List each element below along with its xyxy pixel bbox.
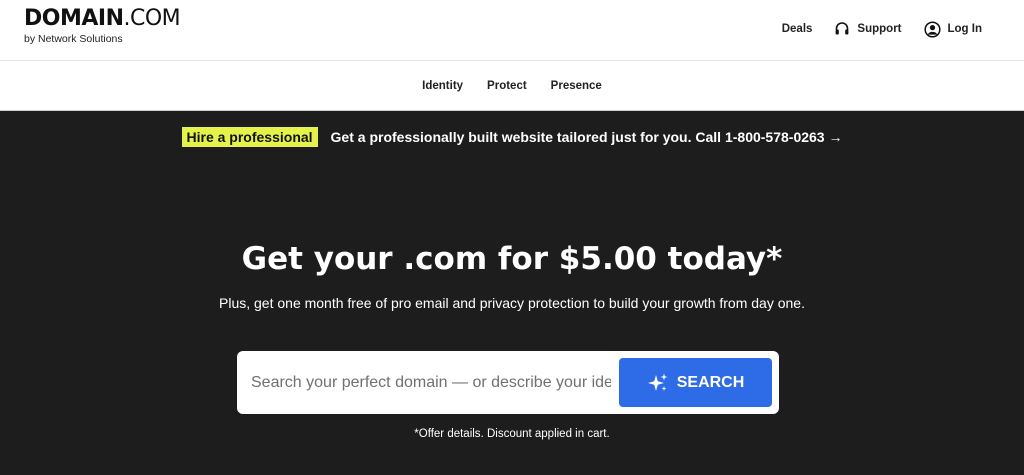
sparkle-icon [647,372,669,394]
nav-item-identity[interactable]: Identity [422,80,463,92]
logo-dotcom-text: .COM [123,6,181,31]
login-link[interactable]: Log In [923,20,983,38]
support-label: Support [857,23,902,35]
offer-details-link[interactable]: *Offer details [414,428,480,440]
search-button[interactable]: SEARCH [619,358,772,407]
nav-item-protect[interactable]: Protect [487,80,527,92]
promo-call-link[interactable]: Get a professionally built website tailo… [331,129,843,145]
headset-icon [834,21,850,37]
domain-search-box: SEARCH [237,351,779,414]
support-link[interactable]: Support [834,21,902,37]
search-button-label: SEARCH [676,373,745,391]
promo-banner: Hire a professional Get a professionally… [0,111,1024,163]
header-links: Deals Support Log In [782,0,982,58]
logo[interactable]: DOMAIN.COM by Network Solutions [24,6,181,45]
domain-search-input[interactable] [251,363,611,403]
logo-wordmark: DOMAIN.COM [24,6,181,32]
login-label: Log In [947,23,983,35]
deals-link[interactable]: Deals [782,23,813,35]
deals-label: Deals [781,23,813,35]
category-nav: Identity Protect Presence [0,60,1024,111]
logo-domain-text: DOMAIN [24,6,124,31]
hire-professional-tag[interactable]: Hire a professional [181,127,318,147]
offer-note: *Offer details. Discount applied in cart… [0,428,1024,440]
hero-title: Get your .com for $5.00 today* [241,241,783,277]
offer-note-text: . Discount applied in cart. [480,428,610,440]
top-header: DOMAIN.COM by Network Solutions Deals Su… [0,0,1024,60]
nav-item-presence[interactable]: Presence [551,80,602,92]
user-circle-icon [923,20,941,38]
logo-tagline: by Network Solutions [24,33,123,45]
hero-subtitle: Plus, get one month free of pro email an… [219,295,805,311]
